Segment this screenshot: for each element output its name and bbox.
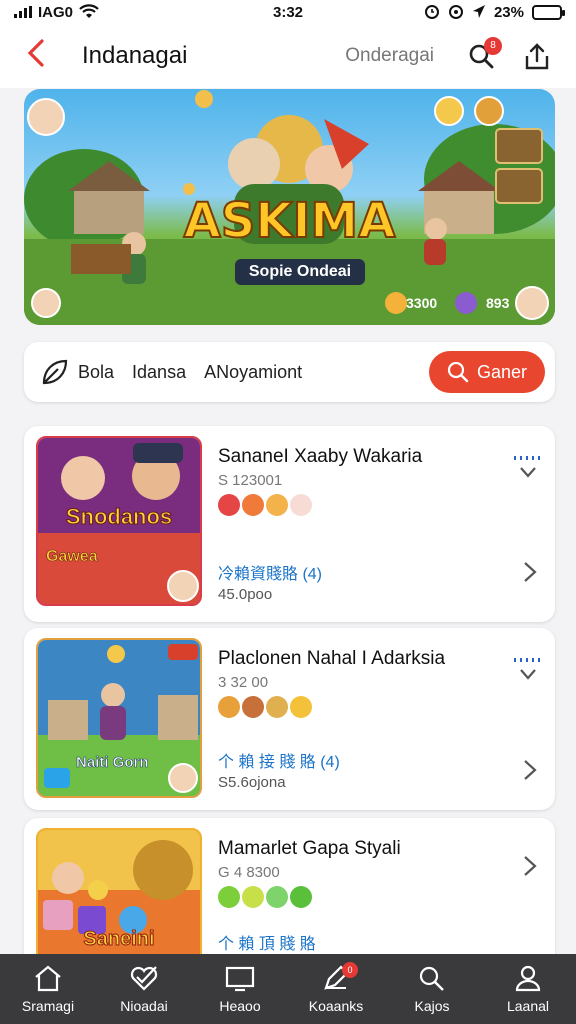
tab-label: Sramagi bbox=[21, 998, 75, 1014]
app-header: Indanagai Onderagai 8 bbox=[0, 24, 576, 88]
search-icon bbox=[419, 966, 444, 991]
battery-icon bbox=[532, 4, 565, 20]
game-code: 3 32 00 bbox=[218, 674, 269, 691]
download-icon[interactable] bbox=[511, 654, 545, 684]
game-thumbnail: Naiti Gorn bbox=[36, 638, 202, 798]
rating-dot bbox=[290, 886, 312, 908]
status-bar: IAG0 3:32 23% bbox=[0, 0, 576, 24]
filter-bar: Bola Idansa ANoyamiont Ganer bbox=[24, 342, 555, 402]
tab-favorites[interactable]: Nioadai bbox=[96, 954, 192, 1024]
back-arrow-icon bbox=[27, 39, 44, 67]
rating-dot bbox=[266, 494, 288, 516]
rating-dot bbox=[218, 494, 240, 516]
carrier-label: IAG0 bbox=[38, 3, 74, 21]
thumbnail-subtitle: Gawea bbox=[46, 548, 98, 566]
game-code: G 4 8300 bbox=[218, 864, 280, 881]
game-info: 个 賴 接 賤 賂 (4) bbox=[218, 754, 340, 771]
bottom-tab-bar: Sramagi Nioadai Heaoo 0 Koaanks Kajos La… bbox=[0, 954, 576, 1024]
alarm-icon bbox=[424, 5, 439, 19]
download-icon[interactable] bbox=[511, 452, 545, 482]
featured-banner[interactable]: Sopie Ondeai ASKIMA 3300 893 bbox=[24, 89, 555, 325]
tab-label: Heaoo bbox=[219, 998, 261, 1014]
header-link[interactable]: Onderagai bbox=[345, 45, 434, 67]
thumbnail-art bbox=[38, 640, 200, 796]
location-icon bbox=[472, 5, 485, 18]
filter-option-1[interactable]: Bola bbox=[78, 362, 114, 383]
thumbnail-title: Saneini bbox=[83, 928, 155, 951]
rating-dot bbox=[218, 696, 240, 718]
rating-dot bbox=[266, 886, 288, 908]
banner-count-coins: 3300 bbox=[406, 295, 438, 311]
tab-home[interactable]: Sramagi bbox=[0, 954, 96, 1024]
thumbnail-title: Snodanos bbox=[65, 504, 173, 530]
game-card[interactable]: Snodanos Gawea SananeI Xaaby Wakaria S 1… bbox=[24, 426, 555, 622]
search-icon bbox=[447, 361, 469, 383]
chevron-right-icon[interactable] bbox=[521, 560, 539, 584]
wifi-icon bbox=[79, 4, 99, 18]
rating-dot bbox=[242, 886, 264, 908]
game-thumbnail: Snodanos Gawea bbox=[36, 436, 202, 606]
banner-count-gems: 893 bbox=[486, 295, 510, 311]
status-right: 23% bbox=[362, 3, 565, 21]
leaf-icon bbox=[42, 359, 68, 385]
rating-dot bbox=[266, 696, 288, 718]
tab-label: Kajos bbox=[414, 998, 450, 1014]
tab-search[interactable]: Kajos bbox=[384, 954, 480, 1024]
page-title: Indanagai bbox=[82, 42, 188, 69]
game-info: 冷賴資賤賂 (4) bbox=[218, 566, 323, 583]
rating-dots bbox=[218, 696, 312, 718]
game-title: Mamarlet Gapa Styali bbox=[218, 838, 401, 859]
rating-dot bbox=[242, 696, 264, 718]
game-info: 个 賴 頂 賤 賂 bbox=[218, 936, 316, 953]
status-left: IAG0 bbox=[14, 4, 214, 21]
tab-label: Nioadai bbox=[120, 998, 168, 1014]
battery-percent: 23% bbox=[493, 3, 524, 21]
share-button[interactable] bbox=[520, 39, 554, 73]
game-thumbnail: Saneini bbox=[36, 828, 202, 968]
thumbnail-title: Naiti Gorn bbox=[76, 754, 149, 772]
rating-dots bbox=[218, 886, 312, 908]
back-button[interactable] bbox=[26, 38, 66, 74]
chevron-right-icon[interactable] bbox=[521, 758, 539, 782]
game-size: S5.6ojona bbox=[218, 774, 286, 791]
game-size: 45.0poo bbox=[218, 586, 273, 603]
tab-notes[interactable]: 0 Koaanks bbox=[288, 954, 384, 1024]
user-icon bbox=[515, 965, 541, 992]
game-title: SananeI Xaaby Wakaria bbox=[218, 446, 423, 467]
rating-dot bbox=[290, 696, 312, 718]
rating-dot bbox=[218, 886, 240, 908]
share-icon bbox=[525, 43, 549, 70]
banner-subtitle: Sopie Ondeai bbox=[235, 259, 365, 285]
lock-rotation-icon bbox=[448, 5, 463, 19]
monitor-icon bbox=[225, 966, 255, 992]
game-title: Placlonen Nahal I Adarksia bbox=[218, 648, 446, 669]
filter-option-3[interactable]: ANoyamiont bbox=[204, 362, 302, 383]
signal-icon bbox=[14, 6, 32, 18]
tab-display[interactable]: Heaoo bbox=[192, 954, 288, 1024]
rating-dot bbox=[290, 494, 312, 516]
search-button[interactable]: 8 bbox=[464, 37, 502, 73]
tab-profile[interactable]: Laanal bbox=[480, 954, 576, 1024]
heart-check-icon bbox=[130, 966, 158, 991]
rating-dot bbox=[242, 494, 264, 516]
banner-title: ASKIMA bbox=[183, 192, 397, 250]
game-card[interactable]: Naiti Gorn Placlonen Nahal I Adarksia 3 … bbox=[24, 628, 555, 810]
tab-badge: 0 bbox=[342, 962, 358, 978]
notification-badge: 8 bbox=[484, 37, 502, 55]
game-search-button[interactable]: Ganer bbox=[429, 351, 545, 393]
game-search-label: Ganer bbox=[476, 361, 528, 382]
tab-label: Laanal bbox=[506, 998, 550, 1014]
tab-label: Koaanks bbox=[308, 998, 364, 1014]
game-code: S 123001 bbox=[218, 472, 283, 489]
home-icon bbox=[35, 965, 61, 992]
filter-option-2[interactable]: Idansa bbox=[132, 362, 186, 383]
chevron-right-icon[interactable] bbox=[521, 854, 539, 878]
status-time: 3:32 bbox=[272, 3, 304, 21]
rating-dots bbox=[218, 494, 312, 516]
